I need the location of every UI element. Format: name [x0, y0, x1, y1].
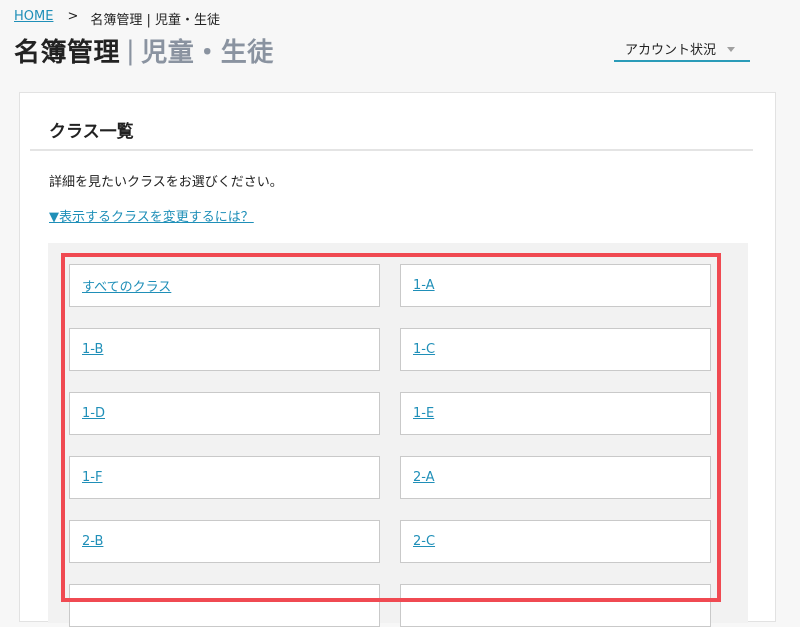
class-link[interactable]: 1-C	[413, 342, 435, 357]
account-status-label: アカウント状況	[625, 42, 717, 58]
class-button-1b[interactable]: 1-B	[69, 328, 380, 371]
page-title: 名簿管理 | 児童・生徒	[14, 32, 274, 69]
class-link[interactable]: 1-E	[413, 406, 434, 421]
class-link[interactable]: 1-A	[413, 278, 435, 293]
caret-down-icon	[727, 46, 736, 52]
class-button-1d[interactable]: 1-D	[69, 392, 380, 435]
class-link[interactable]: 2-B	[82, 534, 103, 549]
class-link[interactable]: 1-D	[82, 406, 105, 421]
page-title-sub: 児童・生徒	[141, 38, 274, 68]
class-button-2c[interactable]: 2-C	[400, 520, 711, 563]
class-button-1e[interactable]: 1-E	[400, 392, 711, 435]
class-button-1f[interactable]: 1-F	[69, 456, 380, 499]
class-link[interactable]: すべてのクラス	[82, 276, 171, 295]
breadcrumb-current: 名簿管理 | 児童・生徒	[90, 13, 221, 28]
card-title: クラス一覧	[49, 122, 134, 142]
class-link[interactable]: 1-F	[82, 470, 102, 485]
class-link[interactable]: 2-A	[413, 470, 435, 485]
page-title-divider: |	[126, 35, 136, 66]
class-button-1a[interactable]: 1-A	[400, 264, 711, 307]
card-divider	[30, 149, 753, 151]
breadcrumb-separator: >	[67, 9, 79, 24]
change-classes-help-link[interactable]: ▼表示するクラスを変更するには？	[49, 206, 254, 225]
class-button-2b[interactable]: 2-B	[69, 520, 380, 563]
breadcrumb: HOME > 名簿管理 | 児童・生徒	[14, 9, 220, 28]
class-button-1c[interactable]: 1-C	[400, 328, 711, 371]
page-title-main: 名簿管理	[14, 38, 121, 68]
breadcrumb-home-link[interactable]: HOME	[14, 9, 53, 28]
account-status-dropdown[interactable]: アカウント状況	[614, 36, 750, 62]
instruction-text: 詳細を見たいクラスをお選びください。	[49, 175, 283, 190]
class-button-2a[interactable]: 2-A	[400, 456, 711, 499]
class-link[interactable]: 1-B	[82, 342, 103, 357]
class-button-all[interactable]: すべてのクラス	[69, 264, 380, 307]
class-link[interactable]: 2-C	[413, 534, 435, 549]
